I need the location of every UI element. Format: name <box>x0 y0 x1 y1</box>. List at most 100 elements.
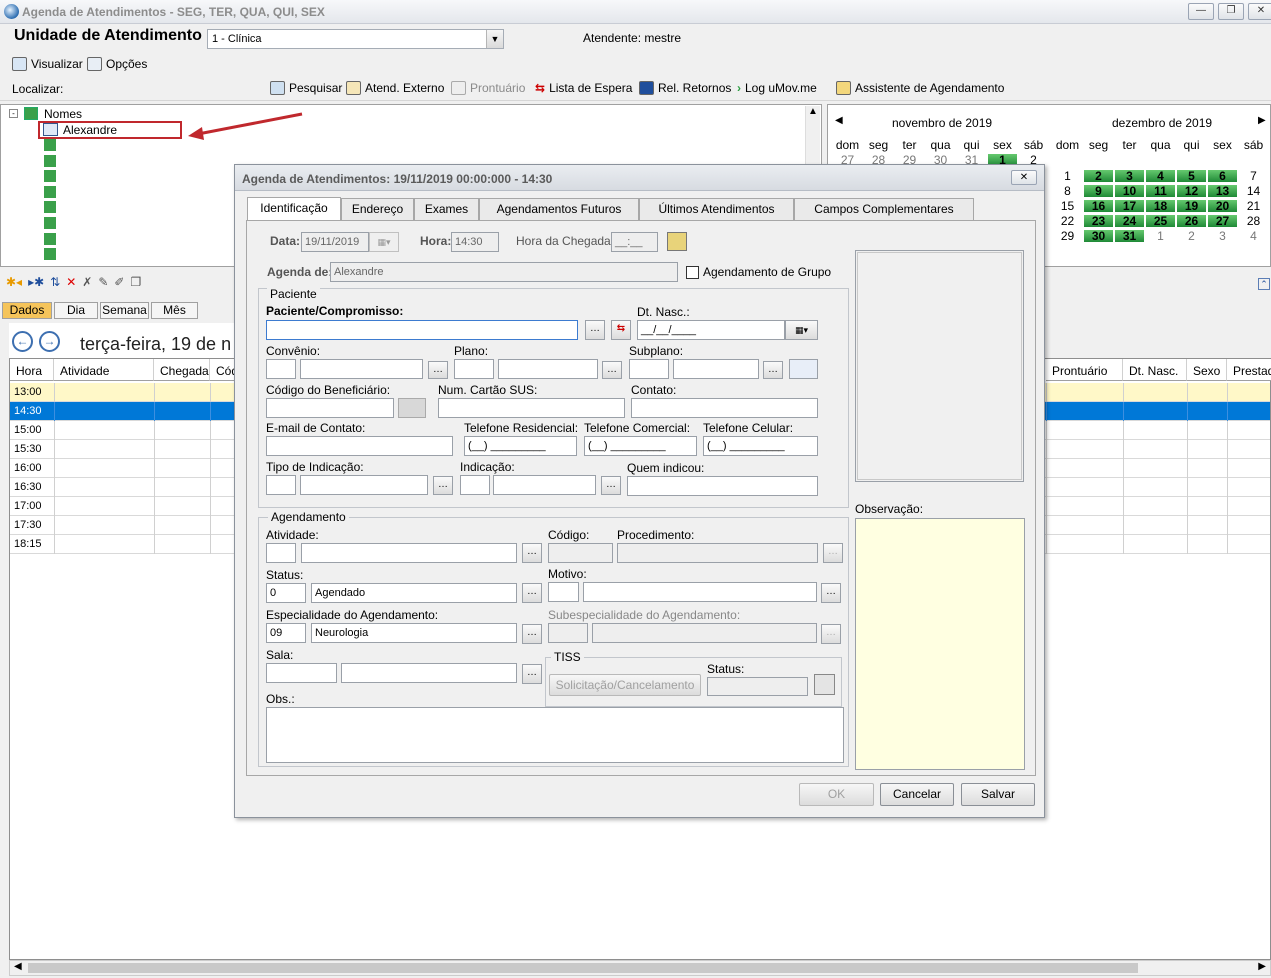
calendar-day[interactable]: 15 <box>1053 200 1082 212</box>
calendar-day[interactable]: 21 <box>1239 200 1268 212</box>
calendar-day[interactable]: 8 <box>1053 185 1082 197</box>
agenda-de-field[interactable]: Alexandre <box>330 262 678 282</box>
horizontal-scrollbar[interactable]: ◀ ▶ <box>9 960 1271 976</box>
subesp-lookup-button[interactable]: … <box>821 624 841 644</box>
calendar-day[interactable]: 3 <box>1208 230 1237 242</box>
tipo-ind-code[interactable] <box>266 475 296 495</box>
tab-dados[interactable]: Dados <box>2 302 52 319</box>
tab-agendamentos-futuros[interactable]: Agendamentos Futuros <box>479 198 639 220</box>
calendar-icon[interactable]: ▦▾ <box>369 232 399 252</box>
col-dtnasc[interactable]: Dt. Nasc. <box>1123 359 1187 381</box>
tab-campos-complementares[interactable]: Campos Complementares <box>794 198 974 220</box>
close-window-button[interactable]: ✕ <box>1248 3 1271 20</box>
subesp-name[interactable] <box>592 623 817 643</box>
calendar-day[interactable]: 18 <box>1146 200 1175 212</box>
subesp-code[interactable] <box>548 623 588 643</box>
menu-visualizar[interactable]: Visualizar <box>12 56 83 72</box>
scroll-right-icon[interactable]: ▶ <box>1258 961 1266 972</box>
status-field[interactable]: Agendado <box>311 583 517 603</box>
copy-icon[interactable]: ❐ <box>130 275 141 289</box>
tab-mes[interactable]: Mês <box>151 302 198 319</box>
calendar-day[interactable]: 27 <box>1208 215 1237 227</box>
cancelar-button[interactable]: Cancelar <box>880 783 954 806</box>
especialidade-lookup-button[interactable]: … <box>522 624 542 644</box>
atend-externo-button[interactable]: Atend. Externo <box>346 81 444 95</box>
observacao-textarea[interactable] <box>855 518 1025 770</box>
tel-cel-field[interactable]: (__) _________ <box>703 436 818 456</box>
data-field[interactable]: 19/11/2019 <box>301 232 369 252</box>
calendar-day[interactable]: 31 <box>1115 230 1144 242</box>
tel-com-field[interactable]: (__) _________ <box>584 436 697 456</box>
salvar-button[interactable]: Salvar <box>961 783 1035 806</box>
plano-code[interactable] <box>454 359 494 379</box>
calendar-day[interactable]: 2 <box>1177 230 1206 242</box>
tree-root[interactable]: Nomes <box>44 107 82 121</box>
tab-ultimos-atendimentos[interactable]: Últimos Atendimentos <box>639 198 794 220</box>
grupo-checkbox[interactable] <box>686 266 699 279</box>
calendar-day[interactable]: 22 <box>1053 215 1082 227</box>
calendar-day[interactable]: 26 <box>1177 215 1206 227</box>
calendar-day[interactable]: 2 <box>1084 170 1113 182</box>
calendar-day[interactable]: 1 <box>1053 170 1082 182</box>
clock-button-icon[interactable] <box>667 232 687 251</box>
note-icon[interactable]: ✐ <box>114 275 124 289</box>
codigo-field[interactable] <box>548 543 613 563</box>
dtnasc-field[interactable]: __/__/____ <box>637 320 785 340</box>
paciente-lookup-button[interactable]: … <box>585 320 605 340</box>
minimize-button[interactable]: — <box>1188 3 1214 20</box>
move-icon[interactable]: ⇅ <box>50 275 60 289</box>
quem-field[interactable] <box>627 476 818 496</box>
tree-scrollbar[interactable]: ▲ <box>805 106 820 164</box>
calendar-day[interactable]: 5 <box>1177 170 1206 182</box>
prev-day-icon[interactable]: ← <box>12 331 33 352</box>
cancel-icon[interactable]: ✗ <box>82 275 92 289</box>
tab-identificacao[interactable]: Identificação <box>247 197 341 221</box>
plano-name[interactable] <box>498 359 598 379</box>
calendar-day[interactable]: 13 <box>1208 185 1237 197</box>
tiss-status-field[interactable] <box>707 677 808 696</box>
calendar-day[interactable]: 4 <box>1239 230 1268 242</box>
status-code[interactable]: 0 <box>266 583 306 603</box>
ok-button[interactable]: OK <box>799 783 874 806</box>
collapse-icon[interactable]: - <box>9 109 18 118</box>
especialidade-field[interactable]: Neurologia <box>311 623 517 643</box>
atividade-lookup-button[interactable]: … <box>522 543 542 563</box>
dialog-close-button[interactable]: ✕ <box>1011 170 1037 185</box>
atividade-name[interactable] <box>301 543 517 563</box>
calendar-day[interactable]: 6 <box>1208 170 1237 182</box>
next-month-icon[interactable]: ▶ <box>1258 115 1266 126</box>
sala-code[interactable] <box>266 663 337 683</box>
tipo-ind-name[interactable] <box>300 475 428 495</box>
obs-textarea[interactable] <box>266 707 844 763</box>
col-prontuario[interactable]: Prontuário <box>1046 359 1123 381</box>
calendar-day[interactable]: 11 <box>1146 185 1175 197</box>
indicacao-lookup-button[interactable]: … <box>601 476 621 495</box>
atividade-code[interactable] <box>266 543 296 563</box>
tipo-ind-lookup-button[interactable]: … <box>433 476 453 495</box>
calendar-day[interactable]: 20 <box>1208 200 1237 212</box>
tab-endereco[interactable]: Endereço <box>341 198 414 220</box>
scroll-left-icon[interactable]: ◀ <box>14 961 22 972</box>
tiss-list-icon[interactable] <box>814 674 835 695</box>
calendar-day[interactable]: 25 <box>1146 215 1175 227</box>
indicacao-code[interactable] <box>460 475 490 495</box>
calendar-day[interactable]: 17 <box>1115 200 1144 212</box>
calendar-day[interactable]: 12 <box>1177 185 1206 197</box>
card-icon[interactable] <box>789 359 818 379</box>
sala-name[interactable] <box>341 663 517 683</box>
tree-item-alexandre[interactable]: Alexandre <box>63 123 117 137</box>
calendar-day[interactable]: 24 <box>1115 215 1144 227</box>
next-day-icon[interactable]: → <box>39 331 60 352</box>
prontuario-button[interactable]: Prontuário <box>451 81 525 95</box>
tab-dia[interactable]: Dia <box>54 302 98 319</box>
col-chegada[interactable]: Chegada <box>154 359 210 381</box>
motivo-name[interactable] <box>583 582 817 602</box>
indicacao-name[interactable] <box>493 475 596 495</box>
delete-icon[interactable]: ✕ <box>66 275 76 289</box>
pin-icon[interactable]: ✎ <box>98 275 108 289</box>
restore-button[interactable]: ❐ <box>1218 3 1244 20</box>
subplano-lookup-button[interactable]: … <box>763 361 783 379</box>
paciente-input[interactable] <box>266 320 578 340</box>
log-umov-button[interactable]: › Log uMov.me <box>737 81 817 95</box>
scroll-thumb[interactable] <box>28 963 1138 973</box>
